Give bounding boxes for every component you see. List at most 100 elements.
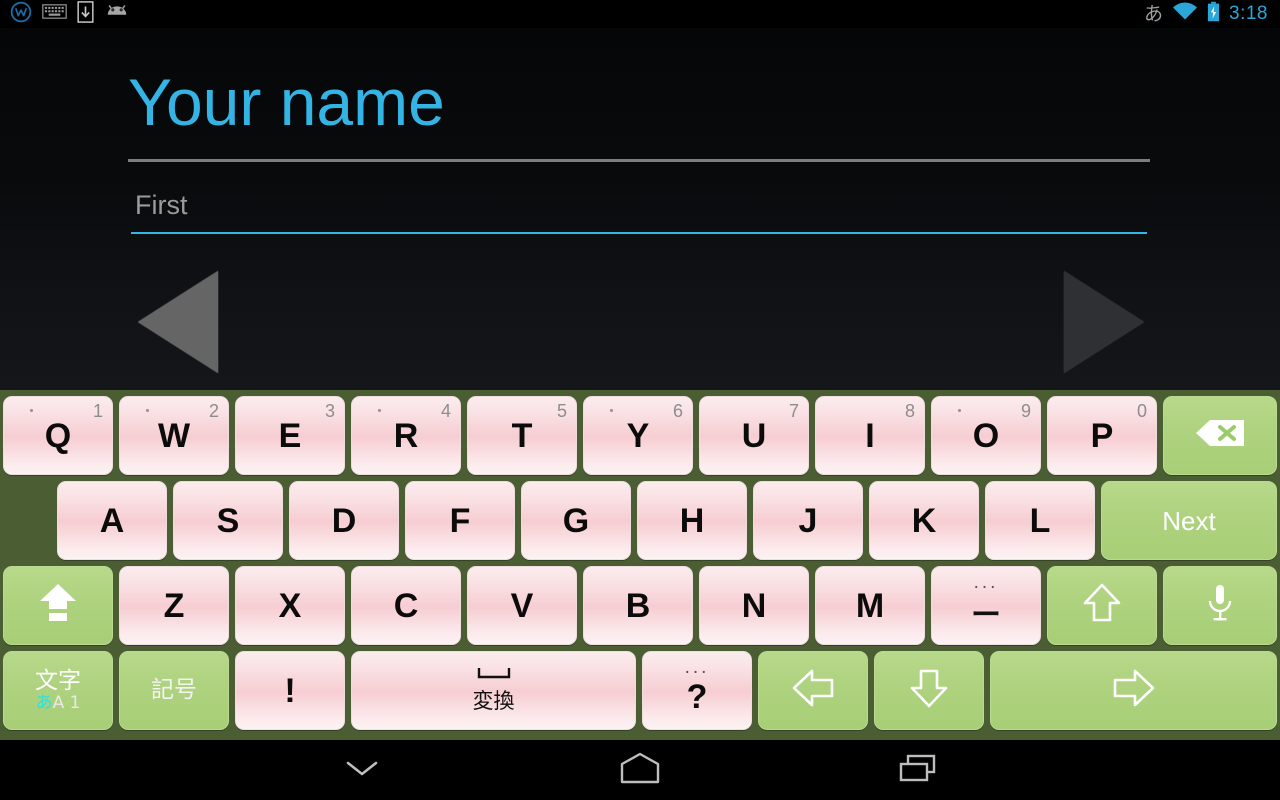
key-shift[interactable] [3,566,113,645]
first-name-field-wrapper [131,182,1147,234]
key-symbols[interactable]: 記号 [119,651,229,730]
row2-left-spacer [0,478,54,563]
key-label: 変換 [472,688,515,713]
key-label: O [972,416,1000,455]
page-title: Your name [128,65,445,139]
shift-icon [38,582,78,629]
key-arrow-left[interactable] [758,651,868,730]
arrow-up-icon [1082,582,1122,629]
key-n[interactable]: N [699,566,809,645]
next-button[interactable] [1064,271,1144,373]
key-e[interactable]: 3 E [235,396,345,475]
backspace-icon [1194,418,1246,453]
key-label: K [911,501,937,540]
key-o[interactable]: 9 O [931,396,1041,475]
download-icon [77,0,94,28]
key-hint: 7 [788,401,799,421]
key-l[interactable]: L [985,481,1095,560]
key-w[interactable]: 2 W [119,396,229,475]
key-label: Q [44,416,72,455]
arrow-down-icon [909,667,949,714]
key-p[interactable]: 0 P [1047,396,1157,475]
key-label: F [449,501,471,540]
key-label: 文字 [35,667,81,694]
space-stack: 変換 [473,667,515,715]
key-exclamation[interactable]: ! [235,651,345,730]
key-b[interactable]: B [583,566,693,645]
recents-icon [898,752,938,789]
home-icon [618,751,662,790]
key-label: M [855,586,885,625]
key-q[interactable]: 1 Q [3,396,113,475]
arrow-right-icon [1112,668,1156,713]
key-label: A [99,501,125,540]
key-label: Z [163,586,185,625]
key-t[interactable]: 5 T [467,396,577,475]
char-mode-stack: 文字 あA 1 [35,669,81,712]
status-bar-system: あ 3:18 [1144,1,1280,27]
on-screen-keyboard: 1 Q 2 W 3 E 4 R 5 T 6 Y 7 U 8 I 9 O 0 P … [0,390,1280,740]
key-g[interactable]: G [521,481,631,560]
key-c[interactable]: C [351,566,461,645]
title-divider [128,159,1150,162]
key-voice-input[interactable] [1163,566,1277,645]
previous-button[interactable] [138,271,218,373]
key-d[interactable]: D [289,481,399,560]
ime-indicator: あ [1144,3,1164,25]
key-label: E [278,416,302,455]
status-bar: あ 3:18 [0,0,1280,28]
key-char-mode[interactable]: 文字 あA 1 [3,651,113,730]
key-m[interactable]: M [815,566,925,645]
key-r[interactable]: 4 R [351,396,461,475]
key-u[interactable]: 7 U [699,396,809,475]
key-k[interactable]: K [869,481,979,560]
app-badge-icon [10,1,32,28]
hide-keyboard-button[interactable] [332,748,392,792]
key-long-vowel[interactable]: ... ー [931,566,1041,645]
keyboard-row-1: 1 Q 2 W 3 E 4 R 5 T 6 Y 7 U 8 I 9 O 0 P [0,393,1280,478]
android-icon [104,2,130,26]
key-label: Y [626,416,650,455]
system-navigation-bar [0,740,1280,800]
key-label: W [157,416,191,455]
key-next[interactable]: Next [1101,481,1277,560]
key-label: I [865,416,875,455]
recents-button[interactable] [888,748,948,792]
key-i[interactable]: 8 I [815,396,925,475]
key-dot-marker [958,409,961,412]
home-button[interactable] [610,748,670,792]
key-label: D [331,501,357,540]
key-arrow-up[interactable] [1047,566,1157,645]
key-question[interactable]: ... ? [642,651,752,730]
key-label: N [741,586,767,625]
key-a[interactable]: A [57,481,167,560]
key-space[interactable]: 変換 [351,651,636,730]
key-dot-marker [30,409,33,412]
status-bar-notifications [0,0,130,28]
key-label: X [278,586,302,625]
key-hint: 0 [1136,401,1147,421]
chevron-down-icon [342,757,382,784]
first-name-input[interactable] [131,182,1147,228]
key-s[interactable]: S [173,481,283,560]
key-label: U [741,416,767,455]
key-z[interactable]: Z [119,566,229,645]
key-v[interactable]: V [467,566,577,645]
key-arrow-right[interactable] [990,651,1277,730]
keyboard-row-4: 文字 あA 1 記号 ! 変換 ... ? [0,648,1280,733]
key-backspace[interactable] [1163,396,1277,475]
key-j[interactable]: J [753,481,863,560]
key-hint: 2 [208,401,219,421]
key-h[interactable]: H [637,481,747,560]
key-f[interactable]: F [405,481,515,560]
key-y[interactable]: 6 Y [583,396,693,475]
key-label: ? [686,677,708,716]
key-x[interactable]: X [235,566,345,645]
key-dot-marker [378,409,381,412]
battery-charging-icon [1207,1,1220,27]
key-hint: 9 [1020,401,1031,421]
key-label: Next [1162,505,1216,536]
alnum-indicator: A 1 [52,693,81,714]
device-screen: あ 3:18 Your name First 1 Q 2 W 3 E 4 R 5… [0,0,1280,800]
key-arrow-down[interactable] [874,651,984,730]
